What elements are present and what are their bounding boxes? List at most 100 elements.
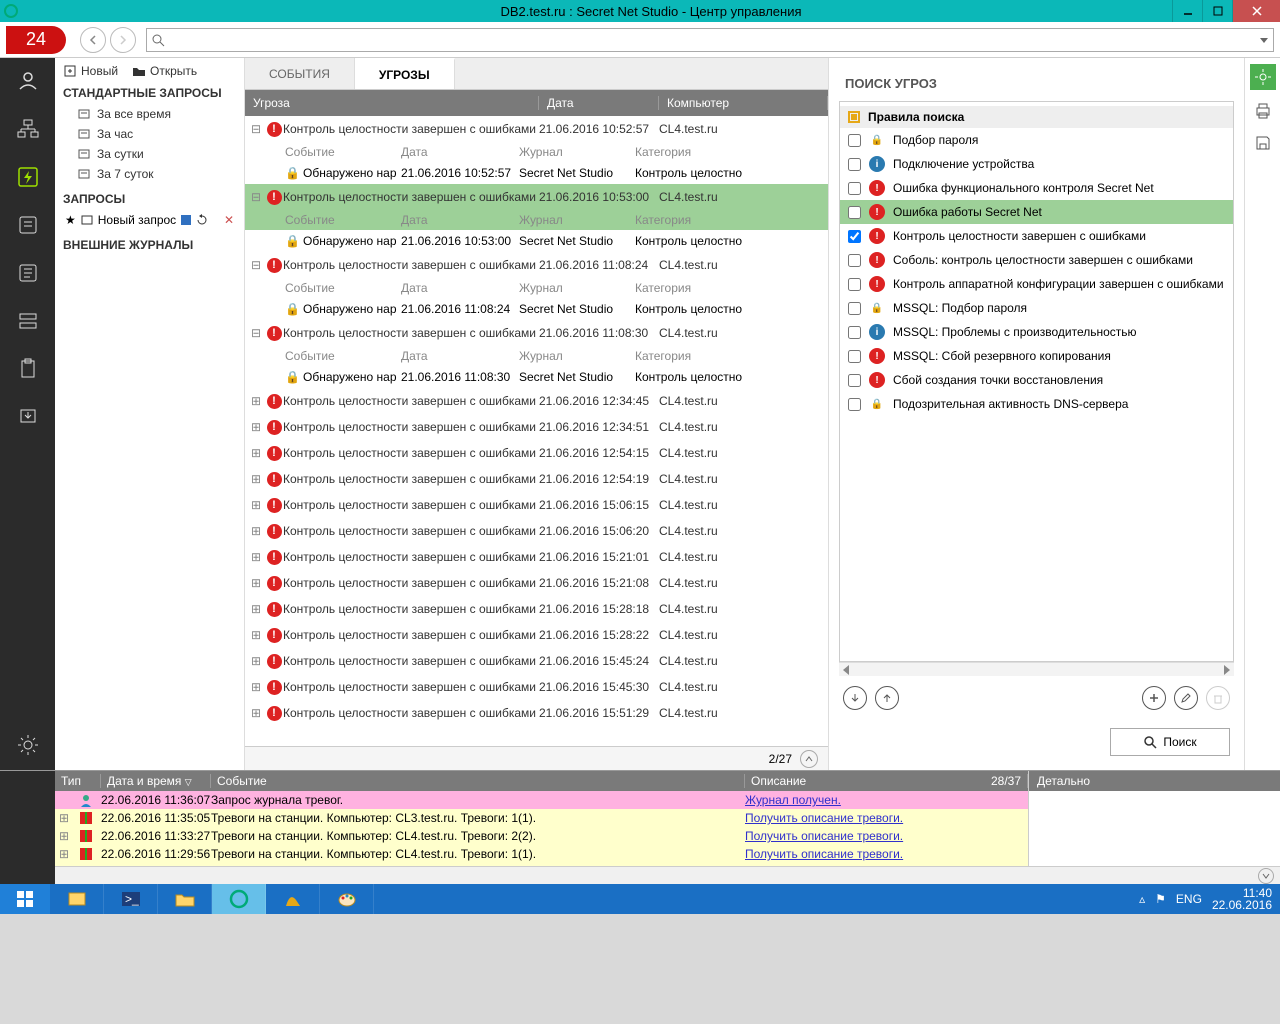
search-button[interactable]: Поиск <box>1110 728 1230 756</box>
collapse-up-button[interactable] <box>800 750 818 768</box>
export-button[interactable] <box>875 686 899 710</box>
expand-icon[interactable]: ⊞ <box>251 524 265 538</box>
expand-icon[interactable]: ⊞ <box>251 550 265 564</box>
threat-row[interactable]: ⊞!Контроль целостности завершен с ошибка… <box>245 700 828 726</box>
search-rule-item[interactable]: 🔒MSSQL: Подбор пароля <box>840 296 1233 320</box>
import-button[interactable] <box>843 686 867 710</box>
tray-clock[interactable]: 11:4022.06.2016 <box>1212 887 1272 911</box>
search-rule-item[interactable]: !Ошибка функционального контроля Secret … <box>840 176 1233 200</box>
search-rule-item[interactable]: 🔒Подбор пароля <box>840 128 1233 152</box>
threat-row[interactable]: ⊞!Контроль целостности завершен с ошибка… <box>245 440 828 466</box>
nav-settings-icon[interactable] <box>13 730 43 760</box>
search-rule-item[interactable]: 🔒Подозрительная активность DNS-сервера <box>840 392 1233 416</box>
start-button[interactable] <box>0 884 50 914</box>
expand-icon[interactable]: ⊞ <box>251 654 265 668</box>
open-button[interactable]: Открыть <box>132 64 197 78</box>
event-row[interactable]: ⊞22.06.2016 11:35:05Тревоги на станции. … <box>55 809 1028 827</box>
nav-network-icon[interactable] <box>13 114 43 144</box>
sidebar-item[interactable]: За час <box>63 124 236 144</box>
threat-row[interactable]: ⊟!Контроль целостности завершен с ошибка… <box>245 252 828 278</box>
col-type[interactable]: Тип <box>55 774 101 788</box>
event-row[interactable]: ⊞22.06.2016 11:33:27Тревоги на станции. … <box>55 827 1028 845</box>
expand-icon[interactable]: ⊞ <box>251 420 265 434</box>
rule-checkbox[interactable] <box>848 134 861 147</box>
nav-servers-icon[interactable] <box>13 306 43 336</box>
new-button[interactable]: Новый <box>63 64 118 78</box>
threat-row[interactable]: ⊞!Контроль целостности завершен с ошибка… <box>245 596 828 622</box>
expand-icon[interactable]: ⊞ <box>251 680 265 694</box>
alert-badge[interactable]: 24 <box>6 26 66 54</box>
nav-journal-icon[interactable] <box>13 210 43 240</box>
rule-checkbox[interactable] <box>848 398 861 411</box>
expand-icon[interactable]: ⊟ <box>251 326 265 340</box>
events-list[interactable]: 22.06.2016 11:36:07Запрос журнала тревог… <box>55 791 1028 866</box>
tray-up-icon[interactable]: ▵ <box>1139 892 1145 906</box>
threats-list[interactable]: ⊟!Контроль целостности завершен с ошибка… <box>245 116 828 746</box>
expand-icon[interactable]: ⊞ <box>251 498 265 512</box>
search-rule-item[interactable]: iПодключение устройства <box>840 152 1233 176</box>
event-row[interactable]: 22.06.2016 11:36:07Запрос журнала тревог… <box>55 791 1028 809</box>
col-threat[interactable]: Угроза <box>245 96 539 110</box>
tab-events[interactable]: СОБЫТИЯ <box>245 58 355 89</box>
refresh-icon[interactable] <box>196 214 208 226</box>
minimize-button[interactable] <box>1172 0 1202 22</box>
system-tray[interactable]: ▵ ⚑ ENG 11:4022.06.2016 <box>1131 887 1280 911</box>
sub-event-row[interactable]: 🔒Обнаружено нар21.06.2016 10:52:57Secret… <box>245 162 828 184</box>
col-event[interactable]: Событие <box>211 774 745 788</box>
new-query-item[interactable]: ★ Новый запрос ✕ <box>63 210 236 230</box>
search-rule-item[interactable]: !Контроль аппаратной конфигурации заверш… <box>840 272 1233 296</box>
nav-forward-button[interactable] <box>110 27 136 53</box>
expand-icon[interactable]: ⊟ <box>251 258 265 272</box>
expand-icon[interactable]: ⊞ <box>251 472 265 486</box>
search-rule-item[interactable]: !Сбой создания точки восстановления <box>840 368 1233 392</box>
event-desc-link[interactable]: Журнал получен. <box>745 793 841 807</box>
col-datetime[interactable]: Дата и время ▽ <box>101 774 211 788</box>
sidebar-item[interactable]: За 7 суток <box>63 164 236 184</box>
expand-icon[interactable]: ⊞ <box>251 394 265 408</box>
close-query-icon[interactable]: ✕ <box>224 213 234 227</box>
sidebar-item[interactable]: За сутки <box>63 144 236 164</box>
threat-row[interactable]: ⊟!Контроль целостности завершен с ошибка… <box>245 320 828 346</box>
expand-icon[interactable]: ⊞ <box>251 628 265 642</box>
tray-flag-icon[interactable]: ⚑ <box>1155 892 1166 906</box>
nav-book-icon[interactable] <box>13 258 43 288</box>
sub-event-row[interactable]: 🔒Обнаружено нар21.06.2016 10:53:00Secret… <box>245 230 828 252</box>
nav-back-button[interactable] <box>80 27 106 53</box>
rule-checkbox[interactable] <box>848 326 861 339</box>
col-computer[interactable]: Компьютер <box>659 96 828 110</box>
expand-icon[interactable]: ⊞ <box>59 847 71 861</box>
threat-row[interactable]: ⊞!Контроль целостности завершен с ошибка… <box>245 674 828 700</box>
print-icon[interactable] <box>1252 100 1274 122</box>
address-input[interactable] <box>165 30 1259 50</box>
rule-checkbox[interactable] <box>848 254 861 267</box>
expand-icon[interactable]: ⊞ <box>251 602 265 616</box>
nav-download-icon[interactable] <box>13 402 43 432</box>
rule-checkbox[interactable] <box>848 350 861 363</box>
taskbar-secret-net[interactable] <box>212 884 266 914</box>
search-rule-item[interactable]: iMSSQL: Проблемы с производительностью <box>840 320 1233 344</box>
nav-clipboard-icon[interactable] <box>13 354 43 384</box>
event-desc-link[interactable]: Получить описание тревоги. <box>745 811 903 825</box>
taskbar-powershell[interactable]: >_ <box>104 884 158 914</box>
close-button[interactable] <box>1232 0 1280 22</box>
threat-row[interactable]: ⊞!Контроль целостности завершен с ошибка… <box>245 544 828 570</box>
threat-row[interactable]: ⊞!Контроль целостности завершен с ошибка… <box>245 466 828 492</box>
address-search-bar[interactable] <box>146 28 1274 52</box>
edit-rule-button[interactable] <box>1174 686 1198 710</box>
event-desc-link[interactable]: Получить описание тревоги. <box>745 829 903 843</box>
expand-down-button[interactable] <box>1258 868 1274 884</box>
rule-checkbox[interactable] <box>848 182 861 195</box>
event-row[interactable]: ⊞22.06.2016 11:29:56Тревоги на станции. … <box>55 845 1028 863</box>
nav-journal-flash-icon[interactable] <box>13 162 43 192</box>
add-rule-button[interactable] <box>1142 686 1166 710</box>
sub-event-row[interactable]: 🔒Обнаружено нар21.06.2016 11:08:24Secret… <box>245 298 828 320</box>
rule-checkbox[interactable] <box>848 374 861 387</box>
sub-event-row[interactable]: 🔒Обнаружено нар21.06.2016 11:08:30Secret… <box>245 366 828 388</box>
expand-icon[interactable]: ⊞ <box>59 811 71 825</box>
search-rule-item[interactable]: !Соболь: контроль целостности завершен с… <box>840 248 1233 272</box>
dropdown-icon[interactable] <box>1259 35 1269 45</box>
rules-h-scrollbar[interactable] <box>839 662 1234 676</box>
search-rule-item[interactable]: !Контроль целостности завершен с ошибкам… <box>840 224 1233 248</box>
taskbar-paint[interactable] <box>320 884 374 914</box>
threat-row[interactable]: ⊞!Контроль целостности завершен с ошибка… <box>245 518 828 544</box>
